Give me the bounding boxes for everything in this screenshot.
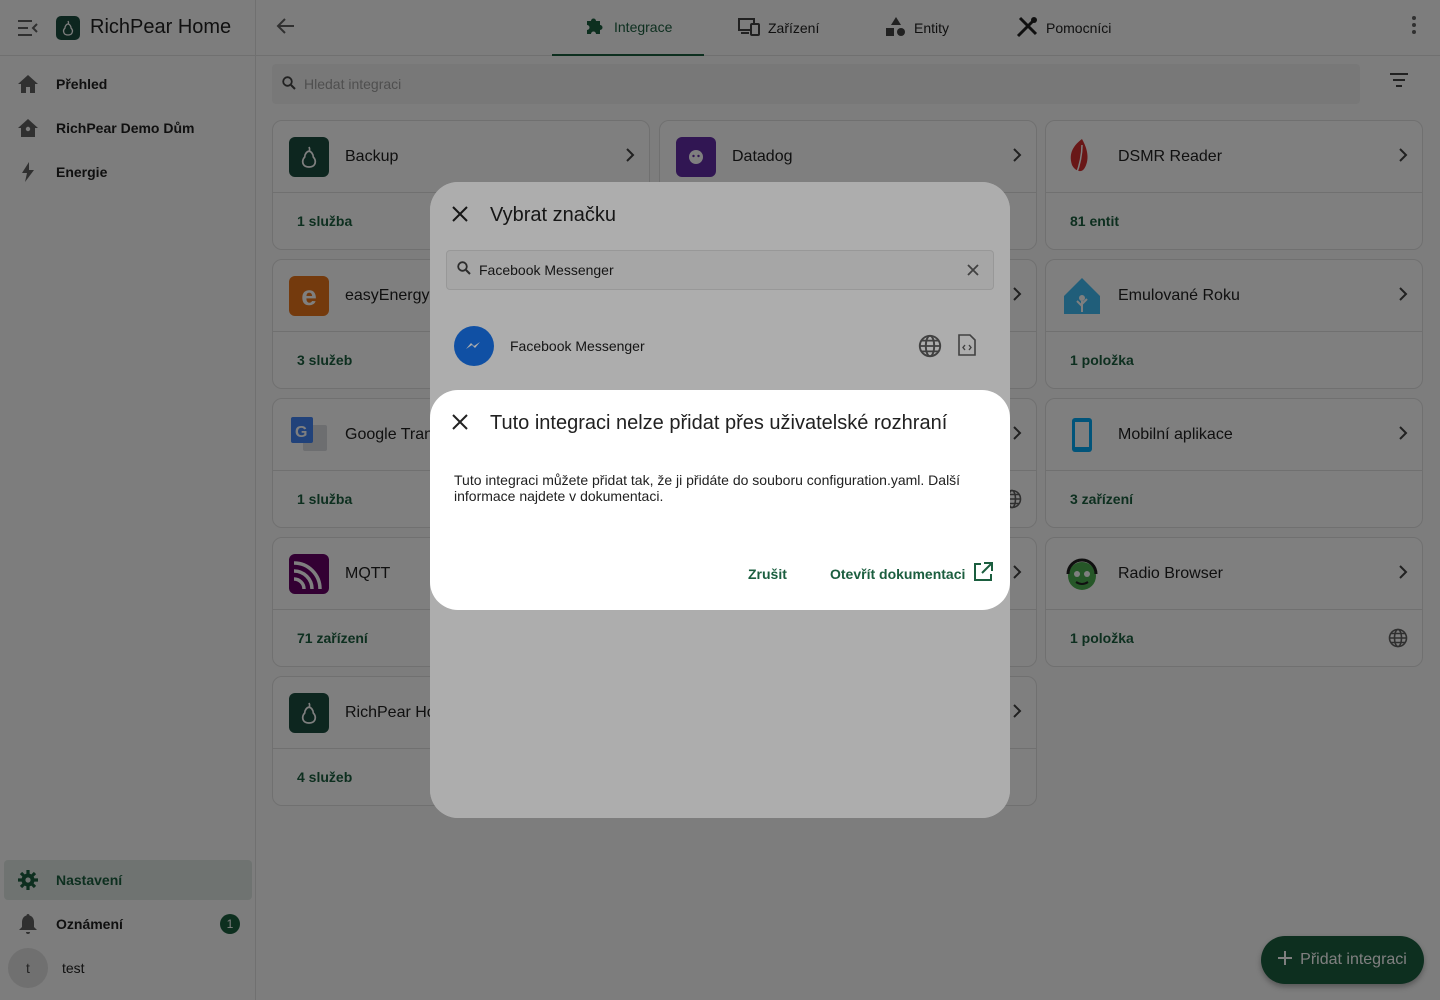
open-documentation-button[interactable]: Otevřít dokumentaci xyxy=(830,554,994,593)
open-docs-label: Otevřít dokumentaci xyxy=(830,565,966,582)
open-in-new-icon xyxy=(973,562,994,585)
cancel-button[interactable]: Zrušit xyxy=(736,558,799,590)
dialog-title: Tuto integraci nelze přidat přes uživate… xyxy=(490,412,948,434)
dialog-message: Tuto integraci můžete přidat tak, že ji … xyxy=(454,472,961,504)
cannot-add-integration-dialog: Tuto integraci nelze přidat přes uživate… xyxy=(430,390,1010,610)
close-icon[interactable] xyxy=(452,414,468,435)
